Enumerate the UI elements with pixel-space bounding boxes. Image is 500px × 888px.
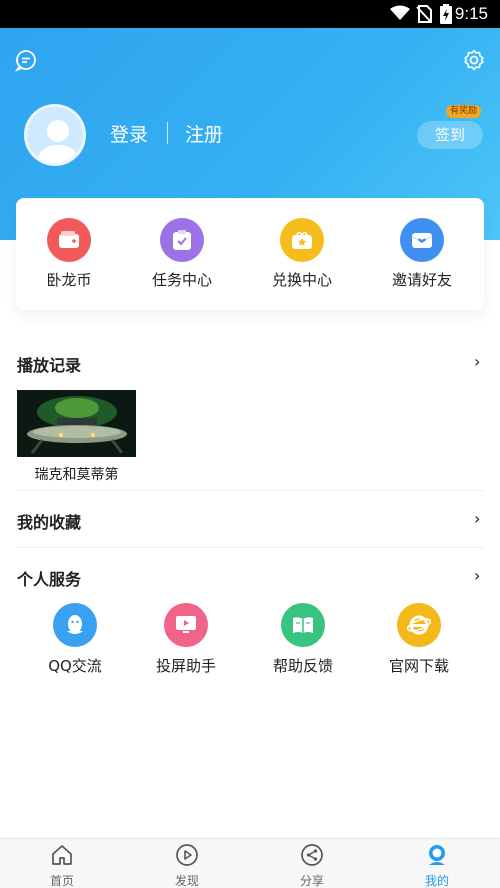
service-cast[interactable]: 投屏助手 <box>136 603 236 676</box>
gear-icon[interactable] <box>462 48 486 76</box>
nav-label: 分享 <box>299 874 324 888</box>
history-video-title[interactable]: 瑞克和莫蒂第 <box>17 464 136 484</box>
quick-item-tasks[interactable]: 任务中心 <box>137 218 227 290</box>
book-icon <box>281 603 325 647</box>
divider <box>17 490 483 491</box>
qq-penguin-icon <box>53 603 97 647</box>
history-chevron-icon[interactable]: › <box>474 352 480 371</box>
quick-item-coin[interactable]: 卧龙币 <box>24 218 114 290</box>
services-section-title: 个人服务 <box>17 570 82 589</box>
status-bar: 9:15 <box>0 0 500 28</box>
history-video-thumbnail[interactable] <box>17 390 136 457</box>
nav-label: 首页 <box>49 874 74 888</box>
favorites-chevron-icon[interactable]: › <box>474 509 480 528</box>
history-section-title: 播放记录 <box>17 356 82 375</box>
service-label: QQ交流 <box>48 657 102 675</box>
nav-share[interactable]: 分享 <box>272 843 352 888</box>
bottom-navigation: 首页 发现 分享 我的 <box>0 838 500 888</box>
gift-icon <box>280 218 324 262</box>
battery-charging-icon <box>440 4 452 28</box>
service-label: 帮助反馈 <box>272 657 333 675</box>
service-help[interactable]: 帮助反馈 <box>253 603 353 676</box>
envelope-heart-icon <box>400 218 444 262</box>
login-link[interactable]: 登录 <box>110 120 148 147</box>
wallet-icon <box>47 218 91 262</box>
divider <box>17 547 483 548</box>
nav-discover[interactable]: 发现 <box>147 843 227 888</box>
wifi-icon <box>390 5 410 25</box>
service-label: 投屏助手 <box>155 657 216 675</box>
share-icon <box>300 844 324 871</box>
clipboard-check-icon <box>160 218 204 262</box>
message-icon[interactable] <box>14 48 38 76</box>
quick-item-label: 卧龙币 <box>46 271 92 289</box>
service-qq[interactable]: QQ交流 <box>25 603 125 676</box>
reward-badge: 有奖励 <box>446 105 482 118</box>
quick-item-label: 任务中心 <box>151 271 212 289</box>
quick-item-label: 兑换中心 <box>271 271 332 289</box>
services-chevron-icon[interactable]: › <box>474 566 480 585</box>
quick-actions-card: 卧龙币 任务中心 兑换中心 邀请好友 <box>16 198 484 310</box>
home-icon <box>50 845 74 871</box>
divider <box>167 122 168 144</box>
play-circle-icon <box>175 844 199 871</box>
avatar[interactable] <box>24 104 86 166</box>
nav-label: 发现 <box>174 874 199 888</box>
register-link[interactable]: 注册 <box>185 120 223 147</box>
favorites-section-title[interactable]: 我的收藏 <box>17 509 81 533</box>
no-sim-icon <box>416 5 432 27</box>
browser-e-icon <box>397 603 441 647</box>
checkin-button[interactable]: 签到 <box>417 121 483 149</box>
nav-label: 我的 <box>424 874 449 888</box>
service-label: 官网下载 <box>388 657 449 675</box>
service-website[interactable]: 官网下载 <box>369 603 469 676</box>
screen-cast-icon <box>164 603 208 647</box>
quick-item-label: 邀请好友 <box>391 271 452 289</box>
user-avatar-icon <box>425 845 449 871</box>
quick-item-invite[interactable]: 邀请好友 <box>377 218 467 290</box>
nav-home[interactable]: 首页 <box>22 843 102 888</box>
quick-item-exchange[interactable]: 兑换中心 <box>257 218 347 290</box>
status-time: 9:15 <box>454 4 488 23</box>
nav-mine[interactable]: 我的 <box>397 843 477 888</box>
